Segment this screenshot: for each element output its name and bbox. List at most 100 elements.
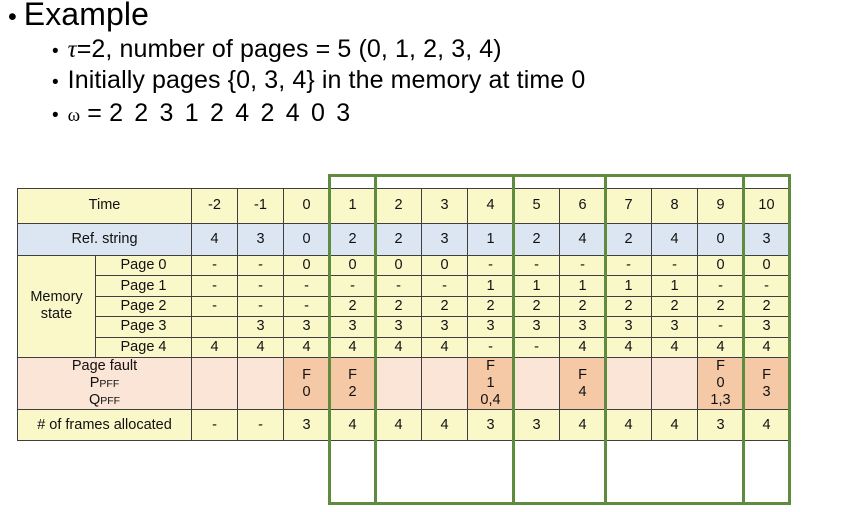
ref-string-cell: 2 — [329, 223, 376, 256]
page-fault-cell — [191, 356, 238, 411]
frames-allocated-cell: 3 — [283, 409, 330, 442]
frames-allocated-cell: - — [237, 409, 284, 442]
memory-state-cell: - — [697, 275, 744, 297]
memory-state-cell: 2 — [513, 295, 560, 318]
page-row-label: Page 3 — [95, 316, 192, 338]
page-fault-cell — [513, 356, 560, 411]
page-fault-label: Page fault — [71, 357, 138, 374]
page-fault-cell: F0 — [283, 356, 330, 411]
bullet-tau: • τ=2, number of pages = 5 (0, 1, 2, 3, … — [0, 35, 844, 64]
page-fault-cell: F 1 0,4 — [467, 356, 514, 411]
memory-state-cell: 4 — [329, 336, 376, 358]
memory-state-table: Time -2 -1 0 1 2 3 4 5 6 7 8 9 10 Ref. string 4 3 0 2 2 3 1 2 4… — [17, 188, 790, 442]
page-row-label: Page 4 — [95, 336, 192, 358]
ref-string-cell: 2 — [375, 223, 422, 256]
memory-state-cell: 2 — [743, 295, 790, 318]
ref-string-cell: 3 — [743, 223, 790, 256]
ref-string-cell: 0 — [697, 223, 744, 256]
memory-state-cell: 3 — [375, 316, 422, 338]
time-cell: 6 — [559, 188, 606, 224]
memory-state-cell: 2 — [651, 295, 698, 318]
memory-state-cell: - — [467, 336, 514, 358]
omega-equals: = — [80, 99, 110, 127]
time-cell: -2 — [191, 188, 238, 224]
ref-string-cell: 2 — [513, 223, 560, 256]
table-row-time: Time -2 -1 0 1 2 3 4 5 6 7 8 9 10 — [17, 188, 790, 224]
memory-state-cell: 2 — [467, 295, 514, 318]
ref-string-cell: 4 — [559, 223, 606, 256]
ref-string-cell: 4 — [191, 223, 238, 256]
memory-state-cell: 3 — [513, 316, 560, 338]
memory-state-cell: 2 — [329, 295, 376, 318]
memory-state-cell: 4 — [743, 336, 790, 358]
memory-state-cell: - — [513, 254, 560, 277]
bullet-initial-pages: • Initially pages {0, 3, 4} in the memor… — [0, 66, 844, 95]
memory-state-cell: 2 — [421, 295, 468, 318]
memory-state-cell: - — [191, 275, 238, 297]
page-row-label: Page 2 — [95, 295, 192, 318]
memory-state-cell: - — [237, 254, 284, 277]
memory-state-cell: 3 — [559, 316, 606, 338]
table-row-frames-allocated: # of frames allocated - -3 4 4 4 3 3 4 4 4 3 4 — [17, 409, 790, 442]
time-cell: 3 — [421, 188, 468, 224]
ref-string-cell: 3 — [421, 223, 468, 256]
memory-state-cell: 3 — [283, 316, 330, 338]
memory-state-cell: - — [697, 316, 744, 338]
memory-state-cell: 4 — [559, 336, 606, 358]
memory-state-cell: - — [237, 295, 284, 318]
bullet-tau-text: =2, number of pages = 5 (0, 1, 2, 3, 4) — [76, 35, 502, 63]
memory-state-cell: 3 — [651, 316, 698, 338]
memory-state-cell: 2 — [697, 295, 744, 318]
memory-state-cell: - — [513, 336, 560, 358]
time-cell: -1 — [237, 188, 284, 224]
ref-string-cell: 2 — [605, 223, 652, 256]
time-cell: 2 — [375, 188, 422, 224]
memory-state-cell: 2 — [375, 295, 422, 318]
memory-state-cell: 1 — [559, 275, 606, 297]
memory-state-cell: 1 — [513, 275, 560, 297]
time-cell: 1 — [329, 188, 376, 224]
memory-state-cell: - — [191, 254, 238, 277]
memory-state-cell: - — [329, 275, 376, 297]
memory-state-cell: 3 — [605, 316, 652, 338]
table-body: Time -2 -1 0 1 2 3 4 5 6 7 8 9 10 Ref. string 4 3 0 2 2 3 1 2 4… — [17, 188, 790, 442]
bullet-marker-icon: • — [8, 3, 17, 31]
memory-state-cell: 3 — [743, 316, 790, 338]
frames-allocated-cell: 3 — [467, 409, 514, 442]
row-label-frames-allocated: # of frames allocated — [17, 409, 192, 442]
memory-state-cell: - — [651, 254, 698, 277]
page-row-label: Page 1 — [95, 275, 192, 297]
ref-string-cell: 3 — [237, 223, 284, 256]
frames-allocated-cell: 4 — [329, 409, 376, 442]
memory-state-cell: - — [283, 295, 330, 318]
page-fault-cell — [375, 356, 422, 411]
memory-state-cell: 3 — [329, 316, 376, 338]
page-fault-cell: F3 — [743, 356, 790, 411]
frames-allocated-cell: 3 — [513, 409, 560, 442]
memory-state-cell: - — [421, 275, 468, 297]
memory-state-cell: 4 — [421, 336, 468, 358]
memory-state-cell: 1 — [605, 275, 652, 297]
memory-state-cell: 3 — [237, 316, 284, 338]
table-row-memory-state: Page 1------11111-- — [18, 275, 790, 297]
page-fault-cell: F4 — [559, 356, 606, 411]
memory-state-cell: - — [237, 275, 284, 297]
memory-state-cell: 2 — [559, 295, 606, 318]
memory-state-table-wrapper: Time -2 -1 0 1 2 3 4 5 6 7 8 9 10 Ref. string 4 3 0 2 2 3 1 2 4… — [17, 188, 790, 442]
bullet-example: • Example — [0, 0, 844, 33]
slide-title: Example — [23, 0, 149, 32]
ref-string-cell: 0 — [283, 223, 330, 256]
memory-state-cell — [191, 316, 238, 338]
time-cell: 10 — [743, 188, 790, 224]
omega-symbol: ω — [67, 105, 81, 126]
page-fault-cell: F2 — [329, 356, 376, 411]
memory-state-cell: - — [559, 254, 606, 277]
memory-state-cell: 0 — [375, 254, 422, 277]
frames-allocated-cell: 4 — [743, 409, 790, 442]
page-fault-cell — [421, 356, 468, 411]
time-cell: 0 — [283, 188, 330, 224]
time-cell: 7 — [605, 188, 652, 224]
slide-bullet-list: • Example • τ=2, number of pages = 5 (0,… — [0, 0, 844, 128]
time-cell: 4 — [467, 188, 514, 224]
omega-sequence: 2 2 3 1 2 4 2 4 0 3 — [109, 99, 353, 127]
